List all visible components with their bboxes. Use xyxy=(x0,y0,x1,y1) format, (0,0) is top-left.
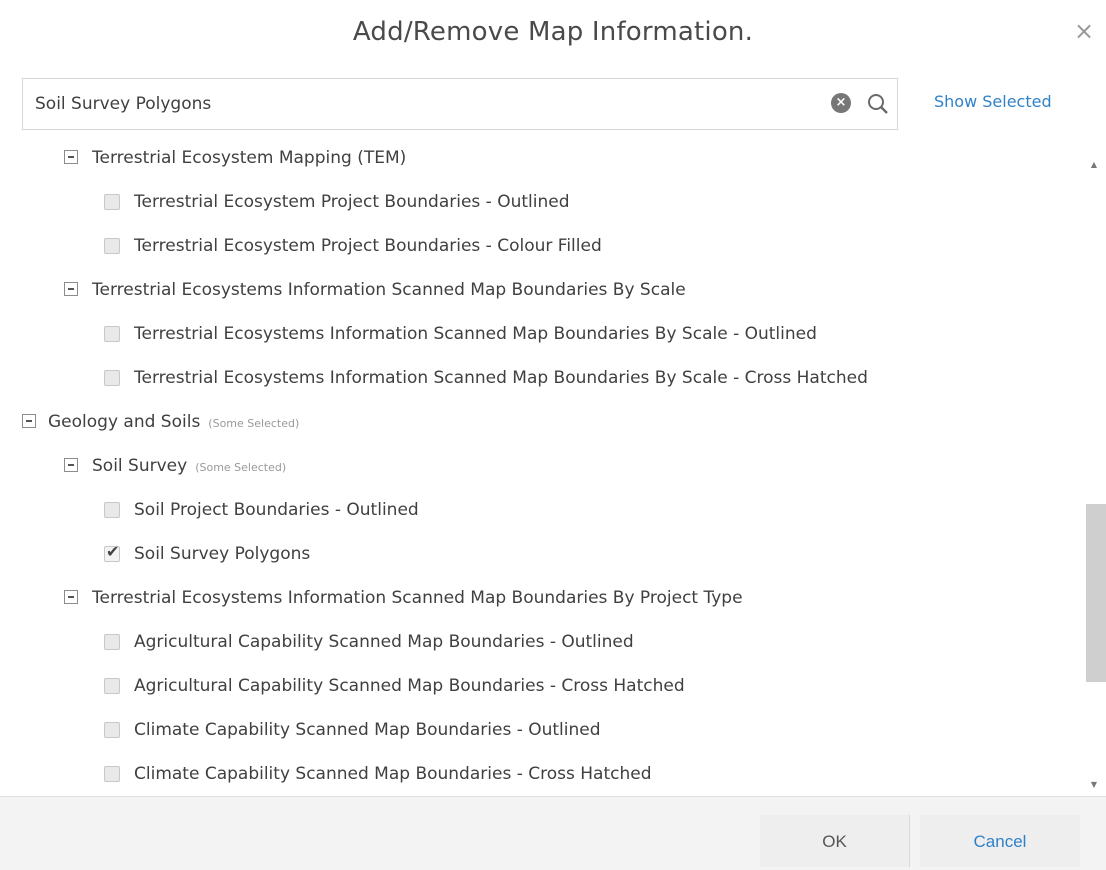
group-label: Soil Survey (Some Selected) xyxy=(92,446,286,488)
layer-checkbox[interactable] xyxy=(104,370,120,386)
check-icon: ✔ xyxy=(106,542,120,561)
layer-label: Terrestrial Ecosystem Project Boundaries… xyxy=(134,236,602,256)
layer-label: Agricultural Capability Scanned Map Boun… xyxy=(134,632,634,652)
vertical-scrollbar[interactable]: ▲ ▼ xyxy=(1082,150,1106,794)
scroll-up-icon[interactable]: ▲ xyxy=(1082,158,1106,172)
tree-group: Geology and Soils (Some Selected) xyxy=(0,402,1080,446)
layer-checkbox[interactable] xyxy=(104,326,120,342)
layer-label: Climate Capability Scanned Map Boundarie… xyxy=(134,764,652,784)
layer-label: Terrestrial Ecosystems Information Scann… xyxy=(134,324,817,344)
layer-item[interactable]: Agricultural Capability Scanned Map Boun… xyxy=(0,666,1080,710)
cancel-button[interactable]: Cancel xyxy=(920,815,1080,867)
layer-checkbox[interactable] xyxy=(104,722,120,738)
scroll-thumb[interactable] xyxy=(1086,504,1106,682)
group-label: Geology and Soils (Some Selected) xyxy=(48,402,299,444)
group-label: Terrestrial Ecosystems Information Scann… xyxy=(92,280,686,300)
tree-group: Terrestrial Ecosystems Information Scann… xyxy=(0,270,1080,314)
layer-label: Soil Survey Polygons xyxy=(134,544,311,564)
group-label: Terrestrial Ecosystems Information Scann… xyxy=(92,588,743,608)
layer-tree: Terrestrial Ecosystem Mapping (TEM) Terr… xyxy=(0,132,1080,794)
layer-label: Climate Capability Scanned Map Boundarie… xyxy=(134,720,601,740)
collapse-toggle-icon[interactable] xyxy=(64,150,78,164)
collapse-toggle-icon[interactable] xyxy=(22,414,36,428)
layer-item[interactable]: Terrestrial Ecosystem Project Boundaries… xyxy=(0,182,1080,226)
dialog-header: Add/Remove Map Information. × xyxy=(0,0,1106,64)
layer-checkbox[interactable] xyxy=(104,238,120,254)
selection-note: (Some Selected) xyxy=(208,417,300,430)
layer-item[interactable]: Terrestrial Ecosystems Information Scann… xyxy=(0,358,1080,402)
scroll-down-icon[interactable]: ▼ xyxy=(1082,778,1106,792)
group-label: Terrestrial Ecosystem Mapping (TEM) xyxy=(92,148,407,168)
layer-checkbox[interactable] xyxy=(104,634,120,650)
layer-checkbox[interactable] xyxy=(104,766,120,782)
search-field[interactable]: Soil Survey Polygons × xyxy=(22,78,898,130)
layer-item[interactable]: Climate Capability Scanned Map Boundarie… xyxy=(0,754,1080,794)
layer-checkbox[interactable] xyxy=(104,194,120,210)
ok-button[interactable]: OK xyxy=(760,815,910,867)
tree-group: Soil Survey (Some Selected) xyxy=(0,446,1080,490)
collapse-toggle-icon[interactable] xyxy=(64,282,78,296)
close-icon[interactable]: × xyxy=(1072,18,1096,44)
group-label-text: Geology and Soils xyxy=(48,412,201,432)
dialog-title: Add/Remove Map Information. xyxy=(352,17,754,47)
layer-item[interactable]: Terrestrial Ecosystem Project Boundaries… xyxy=(0,226,1080,270)
layer-item[interactable]: Terrestrial Ecosystems Information Scann… xyxy=(0,314,1080,358)
search-icon[interactable] xyxy=(865,91,891,117)
tree-group: Terrestrial Ecosystems Information Scann… xyxy=(0,578,1080,622)
layer-label: Terrestrial Ecosystem Project Boundaries… xyxy=(134,192,570,212)
layer-item[interactable]: ✔ Soil Survey Polygons xyxy=(0,534,1080,578)
dialog-footer: OK Cancel xyxy=(0,796,1106,870)
group-label-text: Soil Survey xyxy=(92,456,188,476)
layer-label: Terrestrial Ecosystems Information Scann… xyxy=(134,368,868,388)
layer-checkbox-checked[interactable]: ✔ xyxy=(104,542,120,562)
search-input[interactable]: Soil Survey Polygons xyxy=(35,79,211,129)
layer-label: Agricultural Capability Scanned Map Boun… xyxy=(134,676,685,696)
layer-item[interactable]: Climate Capability Scanned Map Boundarie… xyxy=(0,710,1080,754)
layer-item[interactable]: Agricultural Capability Scanned Map Boun… xyxy=(0,622,1080,666)
layer-checkbox[interactable] xyxy=(104,678,120,694)
collapse-toggle-icon[interactable] xyxy=(64,590,78,604)
layer-item[interactable]: Soil Project Boundaries - Outlined xyxy=(0,490,1080,534)
clear-search-icon[interactable]: × xyxy=(831,93,851,113)
layer-label: Soil Project Boundaries - Outlined xyxy=(134,500,419,520)
selection-note: (Some Selected) xyxy=(195,461,287,474)
layer-checkbox[interactable] xyxy=(104,502,120,518)
show-selected-link[interactable]: Show Selected xyxy=(934,92,1052,111)
collapse-toggle-icon[interactable] xyxy=(64,458,78,472)
tree-group: Terrestrial Ecosystem Mapping (TEM) xyxy=(0,138,1080,182)
